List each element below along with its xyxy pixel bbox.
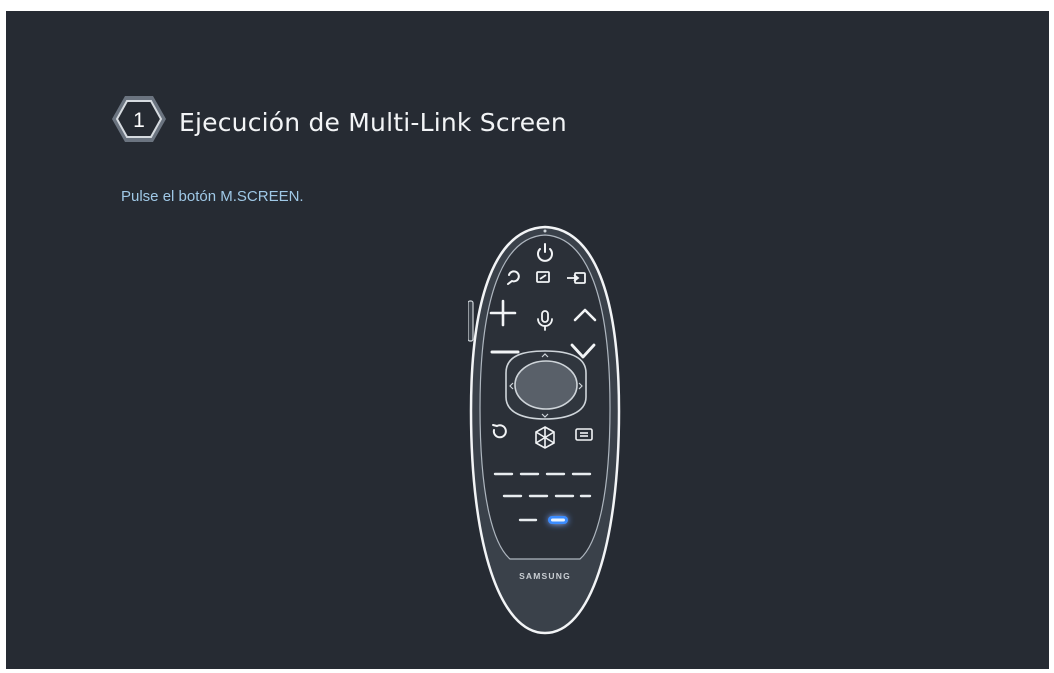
help-screen: 1 Ejecución de Multi-Link Screen Pulse e…: [6, 11, 1049, 669]
side-button: [468, 300, 474, 342]
touchpad: [505, 350, 587, 420]
step-number: 1: [133, 109, 145, 132]
step-number-badge: 1: [112, 96, 166, 142]
remote-control-illustration: SAMSUNG: [468, 225, 621, 635]
instruction-text: Pulse el botón M.SCREEN.: [121, 188, 304, 205]
step-title: Ejecución de Multi-Link Screen: [179, 108, 567, 137]
m-screen-button: [548, 516, 568, 524]
led-indicator: [543, 229, 547, 233]
brand-logo: SAMSUNG: [519, 571, 571, 581]
